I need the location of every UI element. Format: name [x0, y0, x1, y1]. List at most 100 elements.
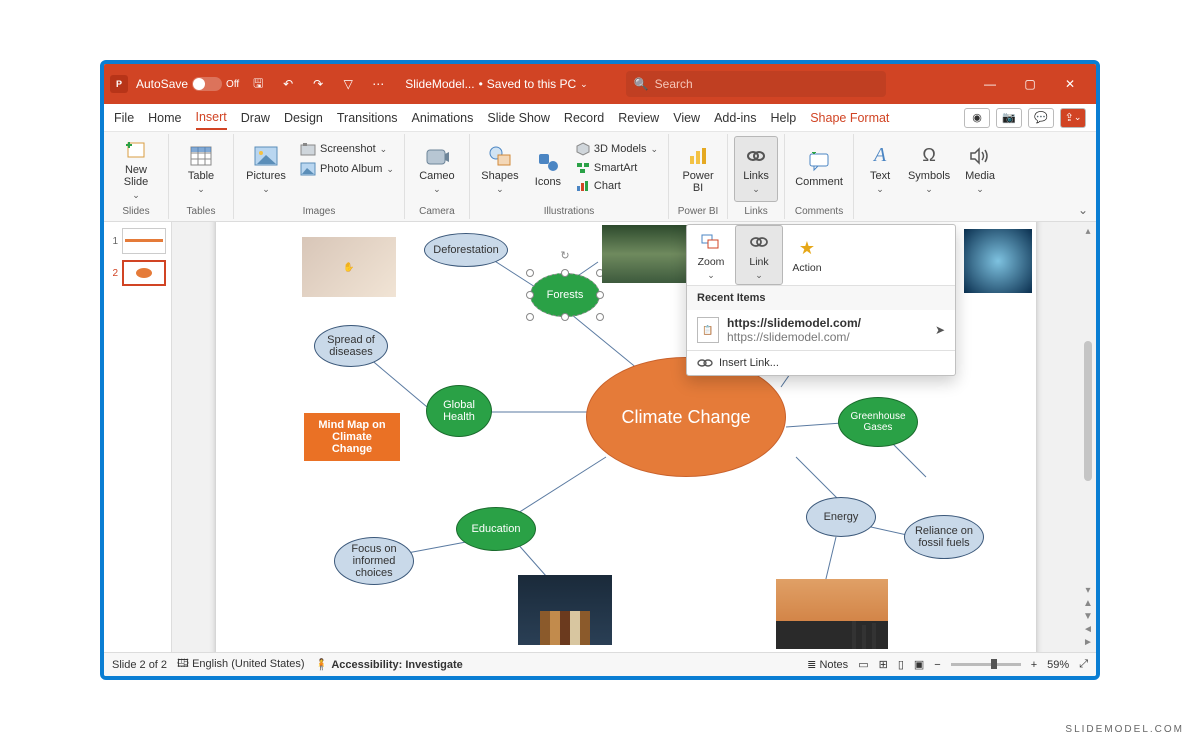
zoom-level[interactable]: 59%: [1047, 659, 1069, 671]
comments-icon[interactable]: 💬: [1028, 108, 1054, 128]
document-title[interactable]: SlideModel... • Saved to this PC ⌄: [405, 77, 588, 91]
tab-draw[interactable]: Draw: [241, 107, 270, 129]
thumb-number: 2: [108, 268, 118, 279]
zoom-slider[interactable]: [951, 663, 1021, 666]
link-button[interactable]: Link ⌄: [735, 225, 783, 285]
node-focus[interactable]: Focus on informed choices: [334, 537, 414, 585]
zoom-in-button[interactable]: +: [1031, 659, 1037, 671]
image-ocean[interactable]: [964, 229, 1032, 293]
qat-overflow-icon[interactable]: ⋯: [367, 77, 389, 91]
node-energy[interactable]: Energy: [806, 497, 876, 537]
tab-review[interactable]: Review: [618, 107, 659, 129]
camera-icon[interactable]: 📷: [996, 108, 1022, 128]
node-education[interactable]: Education: [456, 507, 536, 551]
tab-shape-format[interactable]: Shape Format: [810, 107, 889, 129]
tab-transitions[interactable]: Transitions: [337, 107, 398, 129]
comment-icon: [807, 150, 831, 174]
3d-models-button[interactable]: 3D Models⌄: [572, 140, 662, 158]
links-button[interactable]: Links ⌄: [734, 136, 778, 202]
record-icon[interactable]: ◉: [964, 108, 990, 128]
tab-animations[interactable]: Animations: [412, 107, 474, 129]
symbols-button[interactable]: Ω Symbols ⌄: [904, 136, 954, 202]
new-slide-button[interactable]: New Slide ⌄: [110, 136, 162, 202]
table-icon: [189, 144, 213, 168]
slide-indicator[interactable]: Slide 2 of 2: [112, 659, 167, 671]
notes-button[interactable]: ≣ Notes: [807, 658, 848, 671]
powerbi-button[interactable]: Power BI: [675, 136, 721, 202]
tab-home[interactable]: Home: [148, 107, 181, 129]
slide-thumbnail-2[interactable]: [122, 260, 166, 286]
tab-insert[interactable]: Insert: [196, 106, 227, 130]
slide-thumbnail-1[interactable]: [122, 228, 166, 254]
zoom-button[interactable]: Zoom ⌄: [687, 225, 735, 285]
link-icon: [744, 144, 768, 168]
shapes-icon: [488, 144, 512, 168]
speaker-icon: [968, 144, 992, 168]
action-button[interactable]: ★ Action: [783, 225, 831, 285]
undo-icon[interactable]: ↶: [277, 77, 299, 91]
cameo-button[interactable]: Cameo ⌄: [411, 136, 463, 202]
image-smokestacks[interactable]: [776, 579, 888, 649]
node-deforestation[interactable]: Deforestation: [424, 233, 508, 267]
tab-record[interactable]: Record: [564, 107, 604, 129]
tab-view[interactable]: View: [673, 107, 700, 129]
photo-album-icon: [300, 162, 316, 176]
legend-title[interactable]: Mind Map onClimate Change: [304, 413, 400, 461]
shapes-button[interactable]: Shapes ⌄: [476, 136, 524, 202]
maximize-button[interactable]: ▢: [1010, 77, 1050, 91]
image-hands[interactable]: ✋: [302, 237, 396, 297]
zoom-out-button[interactable]: −: [934, 659, 940, 671]
language-indicator[interactable]: 🖽 English (United States): [177, 655, 305, 674]
group-images: Images: [240, 204, 398, 219]
table-button[interactable]: Table ⌄: [175, 136, 227, 202]
sorter-view-icon[interactable]: ⊞: [879, 658, 888, 671]
tab-file[interactable]: File: [114, 107, 134, 129]
tab-design[interactable]: Design: [284, 107, 323, 129]
recent-link-item[interactable]: 📋 https://slidemodel.com/ https://slidem…: [687, 310, 955, 350]
search-placeholder: Search: [655, 77, 693, 91]
slideshow-view-icon[interactable]: ▣: [914, 658, 924, 671]
tab-slideshow[interactable]: Slide Show: [487, 107, 550, 129]
pictures-button[interactable]: Pictures ⌄: [240, 136, 292, 202]
insert-link-button[interactable]: Insert Link...: [687, 350, 955, 375]
image-books[interactable]: [518, 575, 612, 645]
ribbon-tabs: File Home Insert Draw Design Transitions…: [104, 104, 1096, 132]
close-button[interactable]: ✕: [1050, 77, 1090, 91]
screenshot-button[interactable]: Screenshot⌄: [296, 140, 398, 158]
reading-view-icon[interactable]: ▯: [898, 658, 904, 671]
save-icon[interactable]: 🖫: [247, 74, 269, 95]
new-slide-icon: [124, 138, 148, 162]
rotate-handle-icon[interactable]: ↻: [558, 250, 572, 264]
accessibility-indicator[interactable]: 🧍 Accessibility: Investigate: [315, 658, 463, 671]
tab-help[interactable]: Help: [770, 107, 796, 129]
thumbnail-panel: 1 2: [104, 222, 172, 652]
smartart-button[interactable]: SmartArt: [572, 160, 662, 176]
omega-icon: Ω: [917, 144, 941, 168]
minimize-button[interactable]: —: [970, 77, 1010, 91]
media-button[interactable]: Media ⌄: [958, 136, 1002, 202]
image-forest[interactable]: [602, 225, 696, 283]
vertical-scrollbar[interactable]: ▴ ▾ ▲▼ ◄►: [1080, 222, 1096, 652]
redo-icon[interactable]: ↷: [307, 77, 329, 91]
chart-button[interactable]: Chart: [572, 178, 662, 194]
collapse-ribbon-icon[interactable]: ⌄: [1078, 203, 1088, 217]
star-icon: ★: [795, 236, 819, 260]
node-global-health[interactable]: Global Health: [426, 385, 492, 437]
node-reliance[interactable]: Reliance on fossil fuels: [904, 515, 984, 559]
doc-name: SlideModel...: [405, 77, 474, 91]
autosave-toggle[interactable]: AutoSave Off: [136, 77, 239, 91]
node-spread[interactable]: Spread of diseases: [314, 325, 388, 367]
text-button[interactable]: A Text ⌄: [860, 136, 900, 202]
node-greenhouse[interactable]: Greenhouse Gases: [838, 397, 918, 447]
icons-button[interactable]: Icons: [528, 136, 568, 202]
tab-addins[interactable]: Add-ins: [714, 107, 756, 129]
zoom-icon: [699, 230, 723, 254]
photo-album-button[interactable]: Photo Album⌄: [296, 160, 398, 178]
comment-button[interactable]: Comment: [791, 136, 847, 202]
fit-to-window-icon[interactable]: ⤢: [1079, 658, 1088, 671]
share-button[interactable]: ⇪ ⌄: [1060, 108, 1086, 128]
normal-view-icon[interactable]: ▭: [858, 658, 868, 671]
search-input[interactable]: 🔍 Search: [626, 71, 886, 97]
start-from-beginning-icon[interactable]: ▽: [337, 77, 359, 91]
node-forests[interactable]: Forests ↻: [530, 273, 600, 317]
